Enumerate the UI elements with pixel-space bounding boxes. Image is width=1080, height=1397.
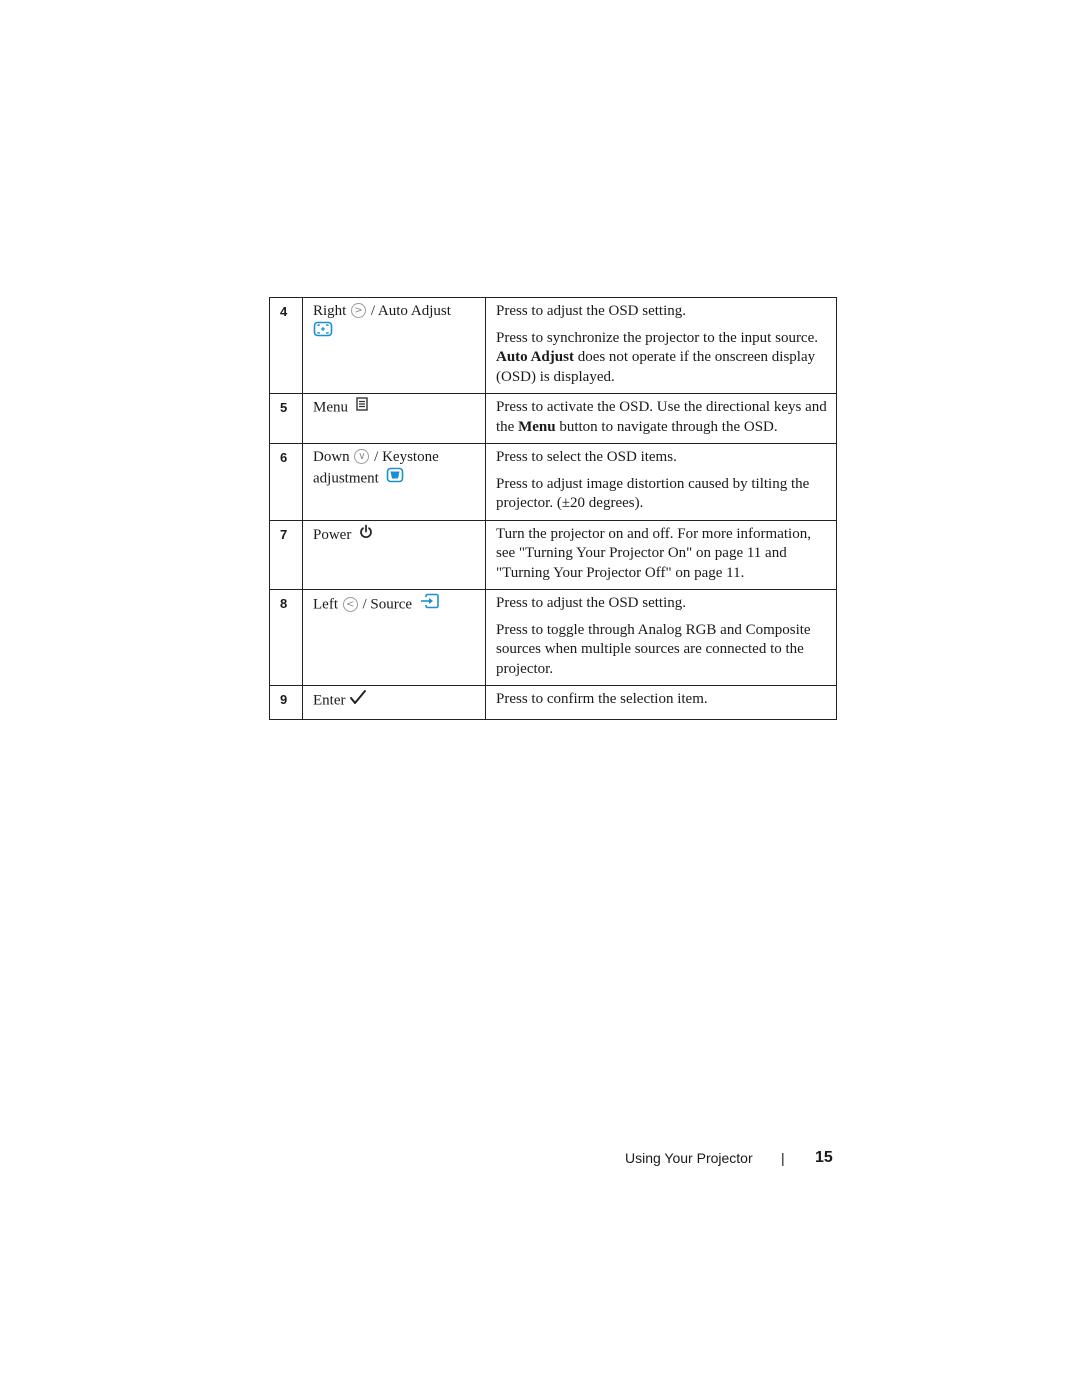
row-number: 4 bbox=[269, 297, 303, 394]
table-row: 8 Left < / Source Press to adjust the OS… bbox=[269, 589, 837, 686]
table-row: 9 Enter Press to confirm the selection i… bbox=[269, 685, 837, 720]
text-run: button to navigate through the OSD. bbox=[555, 418, 778, 435]
button-name: Left bbox=[313, 596, 338, 613]
button-name-cell: Enter bbox=[302, 685, 486, 720]
description-cell: Press to activate the OSD. Use the direc… bbox=[485, 393, 837, 444]
row-number: 7 bbox=[269, 519, 303, 590]
button-name-cell: Power bbox=[302, 519, 486, 590]
description-text: Press to adjust the OSD setting. bbox=[496, 595, 686, 611]
bold-term: Menu bbox=[518, 418, 556, 435]
button-name-secondary: / Source bbox=[362, 596, 413, 613]
button-name: Power bbox=[313, 526, 352, 543]
table-row: 5 Menu Press to activate the OSD. Use th… bbox=[269, 393, 837, 444]
checkmark-icon bbox=[349, 689, 367, 712]
footer-separator: | bbox=[781, 1150, 785, 1166]
button-name-cell: Right > / Auto Adjust bbox=[302, 297, 486, 394]
description-text: Press to synchronize the projector to th… bbox=[496, 329, 830, 388]
control-panel-table: 4 Right > / Auto Adjust Press to adjust … bbox=[269, 297, 837, 720]
power-icon bbox=[359, 524, 373, 546]
button-name-secondary: / Auto Adjust bbox=[370, 303, 451, 319]
keystone-icon bbox=[386, 467, 404, 490]
table-row: 7 Power Turn the projector on and off. F… bbox=[269, 519, 837, 590]
description-text: Press to adjust the OSD setting. bbox=[496, 303, 686, 319]
description-text: Turn the projector on and off. For more … bbox=[496, 525, 811, 581]
table-row: 4 Right > / Auto Adjust Press to adjust … bbox=[269, 297, 837, 394]
description-cell: Turn the projector on and off. For more … bbox=[485, 519, 837, 590]
chevron-down-circle-icon: ∨ bbox=[354, 449, 370, 465]
description-text: Press to activate the OSD. Use the direc… bbox=[496, 398, 830, 437]
source-icon bbox=[420, 593, 440, 616]
page-number: 15 bbox=[815, 1149, 833, 1166]
row-number: 9 bbox=[269, 685, 303, 720]
auto-adjust-icon bbox=[313, 321, 333, 344]
button-name-secondary: adjustment bbox=[313, 470, 379, 487]
bold-term: Auto Adjust bbox=[496, 349, 574, 365]
footer-section-title: Using Your Projector bbox=[625, 1150, 753, 1166]
button-name: Menu bbox=[313, 399, 348, 416]
description-text: Press to confirm the selection item. bbox=[496, 691, 708, 707]
button-name-cell: Down ∨ / Keystone adjustment bbox=[302, 443, 486, 521]
row-number: 5 bbox=[269, 393, 303, 444]
description-text: Press to toggle through Analog RGB and C… bbox=[496, 621, 811, 677]
button-name: Down bbox=[313, 449, 350, 465]
description-cell: Press to adjust the OSD setting. Press t… bbox=[485, 297, 837, 394]
description-cell: Press to select the OSD items. Press to … bbox=[485, 443, 837, 521]
text-run: Press to synchronize the projector to th… bbox=[496, 329, 819, 346]
chevron-left-circle-icon: < bbox=[342, 596, 358, 612]
description-cell: Press to adjust the OSD setting. Press t… bbox=[485, 589, 837, 686]
button-name-cell: Left < / Source bbox=[302, 589, 486, 686]
description-cell: Press to confirm the selection item. bbox=[485, 685, 837, 720]
row-number: 8 bbox=[269, 589, 303, 686]
button-name: Right bbox=[313, 303, 347, 319]
chevron-right-circle-icon: > bbox=[351, 303, 367, 319]
description-text: Press to select the OSD items. bbox=[496, 449, 677, 465]
button-name-secondary: / Keystone bbox=[374, 449, 439, 465]
button-name-cell: Menu bbox=[302, 393, 486, 444]
button-name: Enter bbox=[313, 692, 346, 709]
description-text: Press to adjust image distortion caused … bbox=[496, 475, 810, 512]
row-number: 6 bbox=[269, 443, 303, 521]
table-row: 6 Down ∨ / Keystone adjustment Press to … bbox=[269, 443, 837, 521]
menu-icon bbox=[355, 397, 368, 418]
page-footer: Using Your Projector | 15 bbox=[625, 1149, 833, 1166]
